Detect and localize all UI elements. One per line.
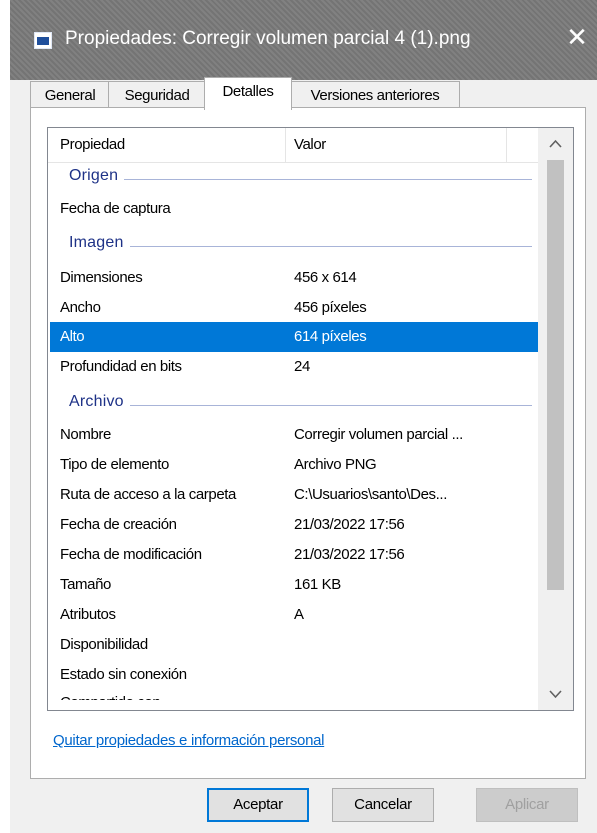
property-name: Fecha de modificación: [60, 546, 202, 563]
list-item[interactable]: Estado sin conexión: [48, 660, 538, 690]
group-label: Imagen: [69, 234, 130, 252]
group-divider-line: [69, 405, 532, 406]
column-divider[interactable]: [285, 128, 286, 162]
title-bar[interactable]: Propiedades: Corregir volumen parcial 4 …: [10, 0, 597, 80]
property-name: Compartido con: [60, 694, 161, 711]
tab-seguridad[interactable]: Seguridad: [108, 81, 206, 109]
property-value: 24: [294, 358, 310, 375]
list-item[interactable]: Ancho 456 píxeles: [48, 293, 538, 323]
property-value: Corregir volumen parcial ...: [294, 426, 463, 443]
property-value: Archivo PNG: [294, 456, 377, 473]
list-item[interactable]: Nombre Corregir volumen parcial ...: [48, 420, 538, 450]
property-name: Profundidad en bits: [60, 358, 182, 375]
property-name: Alto: [60, 328, 85, 345]
property-name: Estado sin conexión: [60, 666, 187, 683]
list-item[interactable]: Fecha de captura: [48, 194, 538, 224]
details-list[interactable]: Propiedad Valor Origen Fecha de captura …: [47, 127, 574, 711]
scroll-up-button[interactable]: [538, 128, 573, 158]
property-name: Tipo de elemento: [60, 456, 169, 473]
property-name: Nombre: [60, 426, 111, 443]
property-value: 21/03/2022 17:56: [294, 516, 405, 533]
details-panel: Propiedad Valor Origen Fecha de captura …: [30, 107, 586, 779]
ok-button[interactable]: Aceptar: [207, 788, 309, 822]
image-file-icon: [34, 32, 52, 49]
property-value: 456 píxeles: [294, 299, 367, 316]
property-value: 456 x 614: [294, 269, 357, 286]
property-name: Fecha de creación: [60, 516, 177, 533]
list-item[interactable]: Dimensiones 456 x 614: [48, 263, 538, 293]
list-item[interactable]: Tamaño 161 KB: [48, 570, 538, 600]
group-label: Archivo: [69, 393, 130, 411]
list-item[interactable]: Atributos A: [48, 600, 538, 630]
group-header-archivo[interactable]: Archivo: [48, 390, 538, 418]
cancel-button[interactable]: Cancelar: [332, 788, 434, 822]
scrollbar-thumb[interactable]: [547, 160, 564, 590]
remove-properties-link[interactable]: Quitar propiedades e información persona…: [53, 732, 325, 749]
tab-detalles[interactable]: Detalles: [204, 77, 292, 110]
column-header-propiedad[interactable]: Propiedad: [60, 128, 125, 162]
group-divider-line: [69, 179, 532, 180]
property-name: Ruta de acceso a la carpeta: [60, 486, 236, 503]
apply-button[interactable]: Aplicar: [476, 788, 578, 822]
list-item-partial[interactable]: Compartido con: [48, 688, 538, 711]
property-value: 161 KB: [294, 576, 341, 593]
group-header-imagen[interactable]: Imagen: [48, 231, 538, 259]
tab-general[interactable]: General: [30, 81, 110, 109]
chevron-up-icon: [549, 139, 562, 148]
list-item[interactable]: Fecha de modificación 21/03/2022 17:56: [48, 540, 538, 570]
group-divider-line: [69, 246, 532, 247]
tab-strip: General Seguridad Detalles Versiones ant…: [30, 77, 587, 110]
chevron-down-icon: [549, 690, 562, 699]
group-label: Origen: [69, 167, 125, 185]
property-value: 614 píxeles: [294, 328, 367, 345]
property-name: Fecha de captura: [60, 200, 171, 217]
tab-versiones-anteriores[interactable]: Versiones anteriores: [290, 81, 460, 109]
properties-dialog: Propiedades: Corregir volumen parcial 4 …: [10, 0, 597, 833]
property-name: Tamaño: [60, 576, 111, 593]
list-item[interactable]: Disponibilidad: [48, 630, 538, 660]
property-name: Ancho: [60, 299, 101, 316]
column-divider[interactable]: [506, 128, 507, 162]
vertical-scrollbar[interactable]: [538, 128, 573, 710]
list-item-selected[interactable]: Alto 614 píxeles: [50, 322, 538, 352]
property-name: Atributos: [60, 606, 116, 623]
property-name: Disponibilidad: [60, 636, 148, 653]
window-title: Propiedades: Corregir volumen parcial 4 …: [65, 28, 471, 49]
property-value: 21/03/2022 17:56: [294, 546, 405, 563]
list-item[interactable]: Fecha de creación 21/03/2022 17:56: [48, 510, 538, 540]
list-item[interactable]: Tipo de elemento Archivo PNG: [48, 450, 538, 480]
property-value: C:\Usuarios\santo\Des...: [294, 486, 447, 503]
list-header: Propiedad Valor: [48, 128, 538, 163]
property-name: Dimensiones: [60, 269, 143, 286]
scroll-down-button[interactable]: [538, 680, 573, 710]
property-value: A: [294, 606, 304, 623]
close-icon[interactable]: ✕: [563, 22, 591, 52]
list-item[interactable]: Profundidad en bits 24: [48, 352, 538, 382]
group-header-origen[interactable]: Origen: [48, 164, 538, 192]
column-header-valor[interactable]: Valor: [294, 128, 326, 162]
list-item[interactable]: Ruta de acceso a la carpeta C:\Usuarios\…: [48, 480, 538, 510]
